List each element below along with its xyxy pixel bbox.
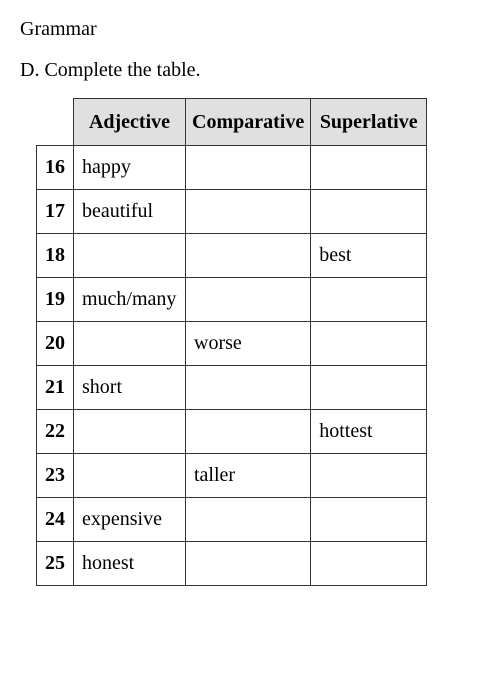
grammar-table: Adjective Comparative Superlative 16 hap…: [36, 98, 427, 586]
table-row: 25 honest: [37, 542, 427, 586]
row-number: 17: [37, 190, 74, 234]
row-number: 25: [37, 542, 74, 586]
row-number: 24: [37, 498, 74, 542]
cell-adjective: much/many: [74, 278, 186, 322]
cell-comparative: [186, 146, 311, 190]
cell-adjective: [74, 322, 186, 366]
cell-superlative: [311, 278, 427, 322]
table-row: 16 happy: [37, 146, 427, 190]
cell-superlative: [311, 322, 427, 366]
row-number: 19: [37, 278, 74, 322]
cell-comparative: [186, 234, 311, 278]
cell-comparative: [186, 278, 311, 322]
table-row: 22 hottest: [37, 410, 427, 454]
cell-comparative: taller: [186, 454, 311, 498]
cell-adjective: [74, 410, 186, 454]
header-comparative: Comparative: [186, 99, 311, 146]
cell-comparative: [186, 498, 311, 542]
row-number: 16: [37, 146, 74, 190]
cell-adjective: happy: [74, 146, 186, 190]
table-row: 24 expensive: [37, 498, 427, 542]
cell-superlative: hottest: [311, 410, 427, 454]
section-title: Grammar: [20, 18, 480, 41]
cell-superlative: best: [311, 234, 427, 278]
table-header-row: Adjective Comparative Superlative: [37, 99, 427, 146]
cell-superlative: [311, 146, 427, 190]
cell-superlative: [311, 366, 427, 410]
cell-superlative: [311, 542, 427, 586]
cell-superlative: [311, 454, 427, 498]
cell-comparative: [186, 190, 311, 234]
table-row: 19 much/many: [37, 278, 427, 322]
cell-comparative: [186, 366, 311, 410]
row-number: 22: [37, 410, 74, 454]
cell-adjective: honest: [74, 542, 186, 586]
cell-adjective: expensive: [74, 498, 186, 542]
cell-adjective: beautiful: [74, 190, 186, 234]
table-row: 20 worse: [37, 322, 427, 366]
row-number: 18: [37, 234, 74, 278]
header-adjective: Adjective: [74, 99, 186, 146]
row-number: 21: [37, 366, 74, 410]
cell-comparative: [186, 542, 311, 586]
header-superlative: Superlative: [311, 99, 427, 146]
cell-adjective: [74, 454, 186, 498]
table-row: 18 best: [37, 234, 427, 278]
cell-superlative: [311, 190, 427, 234]
table-row: 23 taller: [37, 454, 427, 498]
instruction: D. Complete the table.: [20, 59, 480, 82]
header-number: [37, 99, 74, 146]
cell-adjective: [74, 234, 186, 278]
cell-adjective: short: [74, 366, 186, 410]
table-row: 17 beautiful: [37, 190, 427, 234]
row-number: 20: [37, 322, 74, 366]
cell-superlative: [311, 498, 427, 542]
cell-comparative: worse: [186, 322, 311, 366]
cell-comparative: [186, 410, 311, 454]
row-number: 23: [37, 454, 74, 498]
table-row: 21 short: [37, 366, 427, 410]
